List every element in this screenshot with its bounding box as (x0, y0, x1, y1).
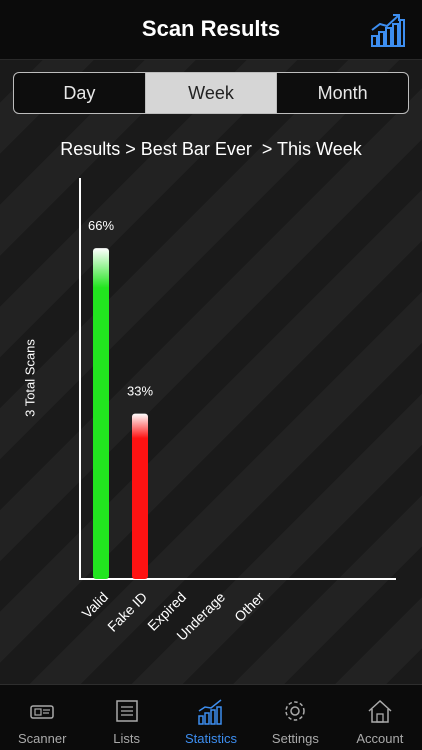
tab-statistics[interactable]: Statistics (169, 685, 253, 750)
value-label-fake-id: 33% (127, 384, 153, 399)
tab-scanner[interactable]: Scanner (0, 685, 84, 750)
category-label-other: Other (231, 589, 267, 625)
tab-statistics-label: Statistics (185, 731, 238, 746)
bar-fake-id (132, 413, 148, 579)
statistics-icon (198, 699, 222, 725)
tab-account-label: Account (356, 731, 404, 746)
scan-results-chart: 66%Valid33%Fake IDExpiredUnderage Other (79, 178, 396, 644)
home-icon (368, 699, 392, 723)
tab-account[interactable]: Account (338, 685, 422, 750)
tab-settings-label: Settings (271, 731, 319, 746)
list-icon (115, 700, 138, 722)
category-label-fake-id: Fake ID (104, 589, 150, 635)
tab-scanner-label: Scanner (17, 731, 67, 746)
scanner-icon (30, 705, 54, 719)
gear-icon (285, 701, 306, 721)
tab-lists[interactable]: Lists (84, 685, 168, 750)
bar-valid (93, 248, 109, 580)
tab-lists-label: Lists (113, 731, 140, 746)
value-label-valid: 66% (88, 218, 114, 233)
tab-bar: Scanner Lists Statistics Settings Accoun… (0, 684, 422, 750)
tab-settings[interactable]: Settings (253, 685, 337, 750)
category-label-valid: Valid (79, 589, 112, 622)
